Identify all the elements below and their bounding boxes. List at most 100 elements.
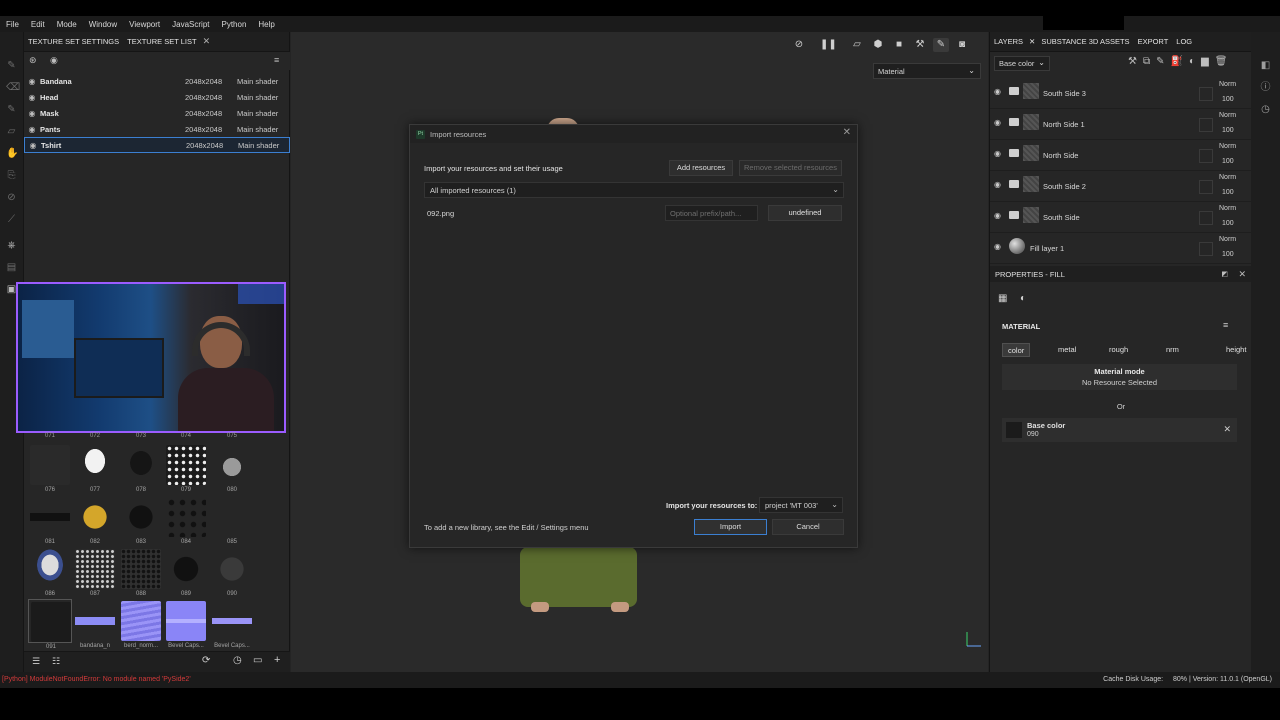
menu-edit[interactable]: Edit [25, 20, 51, 29]
add-folder-icon[interactable]: ▆ [1201, 56, 1209, 67]
import-destination-select[interactable]: project 'MT 003' ⌄ [759, 497, 843, 513]
eye-icon[interactable]: ◉ [994, 118, 1001, 127]
eye-icon[interactable]: ◉ [24, 125, 40, 134]
remove-selected-button[interactable]: Remove selected resources [739, 160, 842, 176]
texture-set-shader[interactable]: Main shader [237, 125, 278, 134]
layer-mask-slot[interactable] [1199, 180, 1213, 194]
shelf-item[interactable]: 087 [73, 547, 117, 597]
video-camera-icon[interactable]: ■ [891, 38, 907, 52]
brush-tool-icon[interactable]: ✎ [6, 60, 17, 71]
shelf-item[interactable]: 077 [73, 443, 117, 493]
close-icon[interactable]: ✕ [1238, 269, 1246, 280]
shelf-item[interactable]: 086 [28, 547, 72, 597]
shelf-item[interactable]: Bevel Caps... [210, 599, 254, 649]
layer-settings-icon[interactable]: ▦ [998, 293, 1007, 304]
eye-icon[interactable]: ◉ [994, 87, 1001, 96]
selection-icon[interactable]: ▱ [849, 38, 865, 52]
prefix-path-input[interactable]: Optional prefix/path... [665, 205, 758, 221]
eye-icon[interactable]: ◉ [50, 55, 58, 66]
menu-mode[interactable]: Mode [51, 20, 83, 29]
material-sphere-icon[interactable]: ◐ [1020, 293, 1026, 304]
layer-mask-slot[interactable] [1199, 87, 1213, 101]
layer-blend-mode[interactable]: Norm [1219, 205, 1236, 212]
layer-mask-slot[interactable] [1199, 149, 1213, 163]
close-icon[interactable]: ✕ [1027, 37, 1037, 46]
menu-viewport[interactable]: Viewport [123, 20, 166, 29]
layer-blend-mode[interactable]: Norm [1219, 112, 1236, 119]
texture-set-row[interactable]: ◉ Head 2048x2048 Main shader [24, 89, 290, 105]
eye-icon[interactable]: ◉ [994, 180, 1001, 189]
projection-tool-icon[interactable]: ✎ [6, 104, 17, 115]
layer-blend-mode[interactable]: Norm [1219, 81, 1236, 88]
texture-set-row-selected[interactable]: ◉ Tshirt 2048x2048 Main shader [24, 137, 290, 153]
layer-row[interactable]: ◉ South Side Norm 100 [990, 202, 1252, 233]
eye-icon[interactable]: ◉ [994, 211, 1001, 220]
eye-icon[interactable]: ◉ [25, 141, 41, 150]
layer-row[interactable]: ◉ North Side 1 Norm 100 [990, 109, 1252, 140]
layer-row[interactable]: ◉ South Side 2 Norm 100 [990, 171, 1252, 202]
layer-opacity[interactable]: 100 [1222, 127, 1234, 134]
channel-color-button[interactable]: color [1002, 343, 1031, 357]
add-effect-icon[interactable]: ⧉ [1143, 56, 1150, 67]
layer-mask-slot[interactable] [1199, 118, 1213, 132]
close-icon[interactable]: ✕ [1223, 424, 1231, 435]
bake-tool-icon[interactable]: ⎈ [6, 240, 17, 251]
layer-row[interactable]: ◉ South Side 3 Norm 100 [990, 78, 1252, 109]
shelf-item[interactable]: 082 [73, 495, 117, 545]
shelf-item[interactable]: 088 [119, 547, 163, 597]
layer-opacity[interactable]: 100 [1222, 96, 1234, 103]
texture-set-shader[interactable]: Main shader [237, 109, 278, 118]
camera-off-icon[interactable]: ⊘ [791, 38, 807, 52]
viewport-mode-select[interactable]: Material ⌄ [873, 63, 981, 79]
eye-icon[interactable]: ◉ [24, 93, 40, 102]
usage-select[interactable]: undefined [768, 205, 842, 221]
menu-icon[interactable]: ≡ [1223, 320, 1228, 330]
layers-icon[interactable]: ◧ [1260, 60, 1271, 71]
paint-brush-icon[interactable]: ✎ [933, 38, 949, 52]
picker-tool-icon[interactable]: ⊘ [6, 192, 17, 203]
shelf-item-selected[interactable]: 091 [28, 599, 72, 650]
settings-brush-icon[interactable]: ⚒ [912, 38, 928, 52]
material-mode-slot[interactable]: Material mode No Resource Selected [1002, 364, 1237, 390]
filter-icon[interactable]: ≡ [274, 55, 279, 65]
cube-icon[interactable]: ⬢ [870, 38, 886, 52]
texture-set-shader[interactable]: Main shader [237, 77, 278, 86]
channel-nrm-button[interactable]: nrm [1161, 343, 1184, 357]
menu-python[interactable]: Python [216, 20, 253, 29]
shelf-item[interactable]: Bevel Caps... [164, 599, 208, 649]
eye-icon[interactable]: ◉ [24, 77, 40, 86]
eraser-tool-icon[interactable]: ⌫ [6, 82, 20, 93]
menu-javascript[interactable]: JavaScript [166, 20, 215, 29]
tab-layers[interactable]: LAYERS [990, 37, 1027, 46]
add-fill-layer-icon[interactable]: ⛽ [1171, 56, 1183, 67]
eye-icon[interactable]: ◉ [24, 109, 40, 118]
layer-row[interactable]: ◉ Fill layer 1 Norm 100 [990, 233, 1252, 264]
close-icon[interactable]: ✕ [203, 36, 211, 47]
shelf-item[interactable]: 078 [119, 443, 163, 493]
layer-mask-slot[interactable] [1199, 242, 1213, 256]
eye-icon[interactable]: ◉ [994, 149, 1001, 158]
eye-icon[interactable]: ◉ [994, 242, 1001, 251]
texture-set-row[interactable]: ◉ Pants 2048x2048 Main shader [24, 121, 290, 137]
layer-blend-mode[interactable]: Norm [1219, 174, 1236, 181]
add-mask-icon[interactable]: ◐ [1189, 56, 1195, 67]
tab-export[interactable]: EXPORT [1134, 37, 1173, 46]
channel-metal-button[interactable]: metal [1053, 343, 1081, 357]
menu-file[interactable]: File [0, 20, 25, 29]
history-icon[interactable]: ◷ [1260, 104, 1271, 115]
layer-opacity[interactable]: 100 [1222, 158, 1234, 165]
list-view-icon[interactable]: ☰ [32, 656, 40, 667]
layer-opacity[interactable]: 100 [1222, 189, 1234, 196]
layer-blend-mode[interactable]: Norm [1219, 143, 1236, 150]
texture-set-shader[interactable]: Main shader [238, 141, 279, 150]
smudge-tool-icon[interactable]: ✋ [6, 148, 18, 159]
add-resources-button[interactable]: Add resources [669, 160, 733, 176]
shelf-item[interactable]: bandana_n [73, 599, 117, 649]
channel-rough-button[interactable]: rough [1104, 343, 1133, 357]
cancel-button[interactable]: Cancel [772, 519, 844, 535]
delete-icon[interactable]: 🗑 [1215, 56, 1228, 67]
texture-set-row[interactable]: ◉ Bandana 2048x2048 Main shader [24, 73, 290, 89]
resource-filter-select[interactable]: All imported resources (1) ⌄ [424, 182, 844, 198]
shelf-item[interactable]: berd_norm... [119, 599, 163, 649]
texture-set-shader[interactable]: Main shader [237, 93, 278, 102]
